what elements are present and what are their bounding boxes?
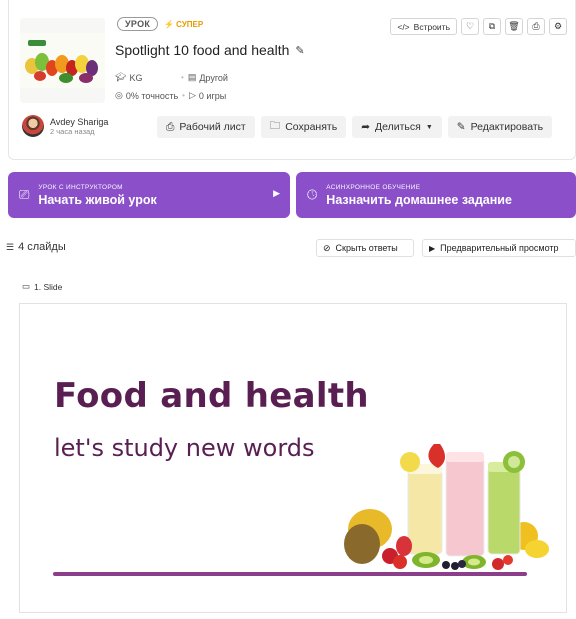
smoothie-illustration bbox=[344, 444, 549, 570]
slide-title: Food and health bbox=[54, 376, 369, 416]
preview-button[interactable]: ▶ Предварительный просмотр bbox=[422, 239, 576, 257]
lesson-title-row: Spotlight 10 food and health ✎ bbox=[115, 42, 305, 58]
super-label: СУПЕР bbox=[176, 19, 204, 29]
print-button[interactable]: ⎙ bbox=[527, 18, 545, 35]
like-button[interactable]: ♡ bbox=[461, 18, 479, 35]
copy-icon: ⧉ bbox=[488, 21, 496, 31]
lightning-icon: ⚡ bbox=[164, 19, 175, 29]
share-icon: ➦ bbox=[361, 121, 371, 133]
start-live-lesson-button[interactable]: ⎚ УРОК С ИНСТРУКТОРОМ Начать живой урок … bbox=[8, 172, 290, 218]
save-button[interactable]: 🗀 Сохранять bbox=[260, 116, 347, 138]
thumbnail-image bbox=[20, 18, 105, 103]
live-lesson-caption: УРОК С ИНСТРУКТОРОМ bbox=[38, 183, 123, 191]
lesson-title: Spotlight 10 food and health bbox=[115, 42, 290, 58]
duplicate-button[interactable]: ⧉ bbox=[483, 18, 501, 35]
folder-icon: 🗀 bbox=[269, 120, 281, 132]
slide-preview[interactable]: Food and health let's study new words bbox=[19, 303, 567, 613]
play-icon: ▷ bbox=[188, 90, 196, 100]
slide-divider-line bbox=[53, 572, 527, 576]
play-icon: ▶ bbox=[429, 243, 436, 253]
list-icon: ☰ bbox=[6, 241, 15, 252]
edit-title-icon[interactable]: ✎ bbox=[295, 44, 304, 57]
graduation-cap-icon: 🎓︎ bbox=[115, 72, 127, 82]
play-arrow-icon: ▶ bbox=[273, 188, 280, 198]
edit-label: Редактировать bbox=[470, 121, 544, 133]
heart-icon: ♡ bbox=[465, 21, 475, 31]
code-icon: </> bbox=[397, 21, 410, 32]
async-caption: АСИНХРОННОЕ ОБУЧЕНИЕ bbox=[326, 183, 421, 191]
printer-icon: ⎙ bbox=[532, 21, 540, 31]
embed-button[interactable]: </> Встроить bbox=[390, 18, 457, 35]
slide-subtitle: let's study new words bbox=[54, 434, 315, 462]
hide-answers-button[interactable]: ⊘ Скрыть ответы bbox=[316, 239, 414, 257]
hide-answers-label: Скрыть ответы bbox=[335, 243, 398, 253]
share-button[interactable]: ➦ Делиться ▼ bbox=[352, 116, 442, 138]
author-time: 2 часа назад bbox=[50, 126, 95, 136]
edit-icon: ✎ bbox=[456, 121, 466, 133]
slide-icon: ▭ bbox=[22, 281, 31, 291]
plays-label: 0 игры bbox=[198, 90, 227, 101]
lesson-card: УРОК ⚡ СУПЕР Spotlight 10 food and healt… bbox=[8, 0, 576, 160]
plays-info: ▷ 0 игры bbox=[189, 90, 226, 101]
trash-icon: 🗑︎ bbox=[508, 21, 520, 31]
presentation-icon: ⎚ bbox=[19, 187, 30, 202]
slide-label: ▭ 1. Slide bbox=[22, 281, 62, 292]
target-icon: ◎ bbox=[115, 90, 123, 100]
meta-separator: • bbox=[182, 91, 185, 100]
chevron-down-icon: ▼ bbox=[425, 123, 433, 131]
gear-icon: ⚙ bbox=[553, 21, 563, 31]
meta-separator: • bbox=[181, 73, 184, 82]
slide-label-text: 1. Slide bbox=[34, 281, 63, 292]
eye-off-icon: ⊘ bbox=[323, 242, 331, 253]
avatar[interactable] bbox=[22, 115, 44, 137]
subject-info: ▤ Другой bbox=[188, 72, 228, 83]
lesson-meta-row-2: ◎ 0% точность • ▷ 0 игры bbox=[115, 90, 226, 101]
share-label: Делиться bbox=[375, 121, 421, 133]
delete-button[interactable]: 🗑︎ bbox=[505, 18, 523, 35]
slides-count-label: 4 слайды bbox=[18, 241, 66, 253]
worksheet-icon: ⎙ bbox=[166, 120, 175, 133]
embed-label: Встроить bbox=[413, 21, 450, 32]
async-label: Назначить домашнее задание bbox=[326, 192, 512, 207]
live-lesson-label: Начать живой урок bbox=[38, 192, 157, 207]
slides-count: ☰ 4 слайды bbox=[6, 241, 66, 253]
grade-label: KG bbox=[129, 72, 143, 83]
top-action-bar: </> Встроить ♡ ⧉ 🗑︎ ⎙ ⚙ bbox=[390, 18, 567, 35]
lesson-actions: ⎙ Рабочий лист 🗀 Сохранять ➦ Делиться ▼ … bbox=[157, 116, 553, 138]
save-label: Сохранять bbox=[285, 121, 338, 133]
preview-label: Предварительный просмотр bbox=[440, 243, 559, 253]
author-name: Avdey Shariga bbox=[50, 116, 109, 127]
lesson-thumbnail[interactable] bbox=[20, 18, 105, 103]
book-icon: ▤ bbox=[187, 72, 197, 82]
settings-button[interactable]: ⚙ bbox=[549, 18, 567, 35]
accuracy-info: ◎ 0% точность bbox=[115, 90, 178, 101]
subject-label: Другой bbox=[199, 72, 228, 83]
worksheet-button[interactable]: ⎙ Рабочий лист bbox=[157, 116, 255, 138]
accuracy-label: 0% точность bbox=[125, 90, 179, 101]
worksheet-label: Рабочий лист bbox=[179, 121, 246, 133]
super-badge: ⚡ СУПЕР bbox=[164, 20, 203, 29]
lesson-meta-row-1: 🎓︎ KG • ▤ Другой bbox=[115, 72, 228, 83]
grade-info: 🎓︎ KG bbox=[115, 72, 177, 83]
author-info[interactable]: Avdey Shariga 2 часа назад bbox=[22, 115, 108, 137]
assign-homework-button[interactable]: 🕓︎ АСИНХРОННОЕ ОБУЧЕНИЕ Назначить домашн… bbox=[296, 172, 576, 218]
edit-button[interactable]: ✎ Редактировать bbox=[447, 116, 553, 138]
clock-icon: 🕓︎ bbox=[307, 187, 318, 202]
lesson-type-badge: УРОК bbox=[117, 17, 159, 31]
